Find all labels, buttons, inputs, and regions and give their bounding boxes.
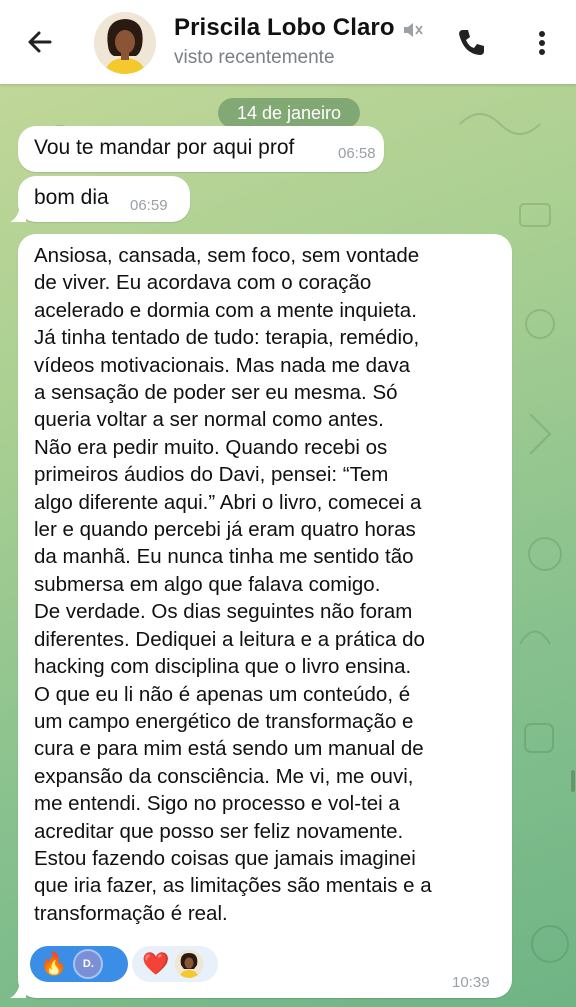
message-line: vídeos motivacionais. Mas nada me dava: [34, 353, 411, 377]
speaker-muted-icon: [404, 23, 423, 37]
message-time: 06:58: [338, 145, 376, 162]
date-separator: 14 de janeiro: [218, 98, 360, 128]
message-line: um campo energético de transformação e: [34, 709, 414, 733]
message-time: 06:59: [130, 197, 168, 214]
message-line: algo diferente aqui.” Abri o livro, come…: [34, 490, 422, 514]
avatar-photo-icon: [175, 950, 204, 978]
message-line: a sensação de poder ser eu mesma. Só: [34, 381, 398, 405]
reaction-fire[interactable]: 🔥 D.: [30, 946, 128, 982]
message-text: Ansiosa, cansada, sem foco, sem vontade …: [34, 242, 504, 927]
message-line: queria voltar a ser normal como antes.: [34, 408, 384, 432]
message-line: expansão da consciência. Me vi, me ouvi,: [34, 764, 414, 788]
message-line: Já tinha tentado de tudo: terapia, reméd…: [34, 326, 420, 350]
message-line: submersa em algo que falava comigo.: [34, 572, 381, 596]
message-line: Não era pedir muito. Quando recebi os: [34, 435, 388, 459]
avatar-photo-icon: [94, 12, 156, 74]
message-bubble[interactable]: bom dia 06:59: [10, 176, 190, 222]
message-bubble[interactable]: Vou te mandar por aqui prof 06:58: [18, 126, 384, 172]
message-line: De verdade. Os dias seguintes não foram: [34, 600, 413, 624]
contact-avatar[interactable]: [94, 12, 156, 74]
message-line: Estou fazendo coisas que jamais imaginei: [34, 846, 416, 870]
bubble-tail: [10, 982, 26, 998]
message-line: Ansiosa, cansada, sem foco, sem vontade: [34, 244, 420, 267]
message-line: transformação é real.: [34, 901, 228, 925]
message-line: da manhã. Eu nunca tinha me sentido tão: [34, 545, 414, 569]
message-line: hacking com disciplina que o livro ensin…: [34, 655, 412, 679]
message-line: me entendi. Sigo no processo e vol-tei a: [34, 792, 400, 816]
message-line: ler e quando percebi já eram quatro hora…: [34, 518, 416, 542]
reaction-heart[interactable]: ❤️: [132, 946, 218, 982]
arrow-back-icon[interactable]: [22, 24, 58, 60]
fire-emoji-icon: 🔥: [40, 951, 68, 976]
heart-emoji-icon: ❤️: [142, 951, 170, 976]
message-line: cura e para mim está sendo um manual de: [34, 737, 424, 761]
message-text: bom dia: [34, 186, 109, 209]
message-line: diferentes. Dediquei a leitura e a práti…: [34, 627, 425, 651]
chat-header: Priscila Lobo Claro visto recentemente: [0, 0, 576, 84]
message-line: acelerado e dormia com a mente inquieta.: [34, 298, 417, 322]
message-line: acreditar que posso ser feliz novamente.: [34, 819, 404, 843]
message-line: O que eu li não é apenas um conteúdo, é: [34, 682, 411, 706]
message-bubble[interactable]: Ansiosa, cansada, sem foco, sem vontade …: [10, 234, 512, 998]
message-time: 10:39: [452, 974, 490, 991]
more-vertical-icon[interactable]: [530, 24, 554, 62]
contact-status: visto recentemente: [174, 47, 335, 68]
scrollbar-thumb[interactable]: [571, 770, 575, 792]
phone-icon[interactable]: [452, 24, 490, 62]
reactor-avatar: [175, 950, 204, 978]
message-line: primeiros áudios do Davi, pensei: “Tem: [34, 463, 389, 487]
message-line: que iria fazer, as limitações são mentai…: [34, 874, 432, 898]
contact-name[interactable]: Priscila Lobo Claro: [174, 14, 395, 42]
bubble-tail: [10, 206, 26, 222]
message-text: Vou te mandar por aqui prof: [34, 136, 295, 159]
message-line: de viver. Eu acordava com o coração: [34, 271, 372, 295]
reactor-avatar: D.: [73, 949, 104, 979]
